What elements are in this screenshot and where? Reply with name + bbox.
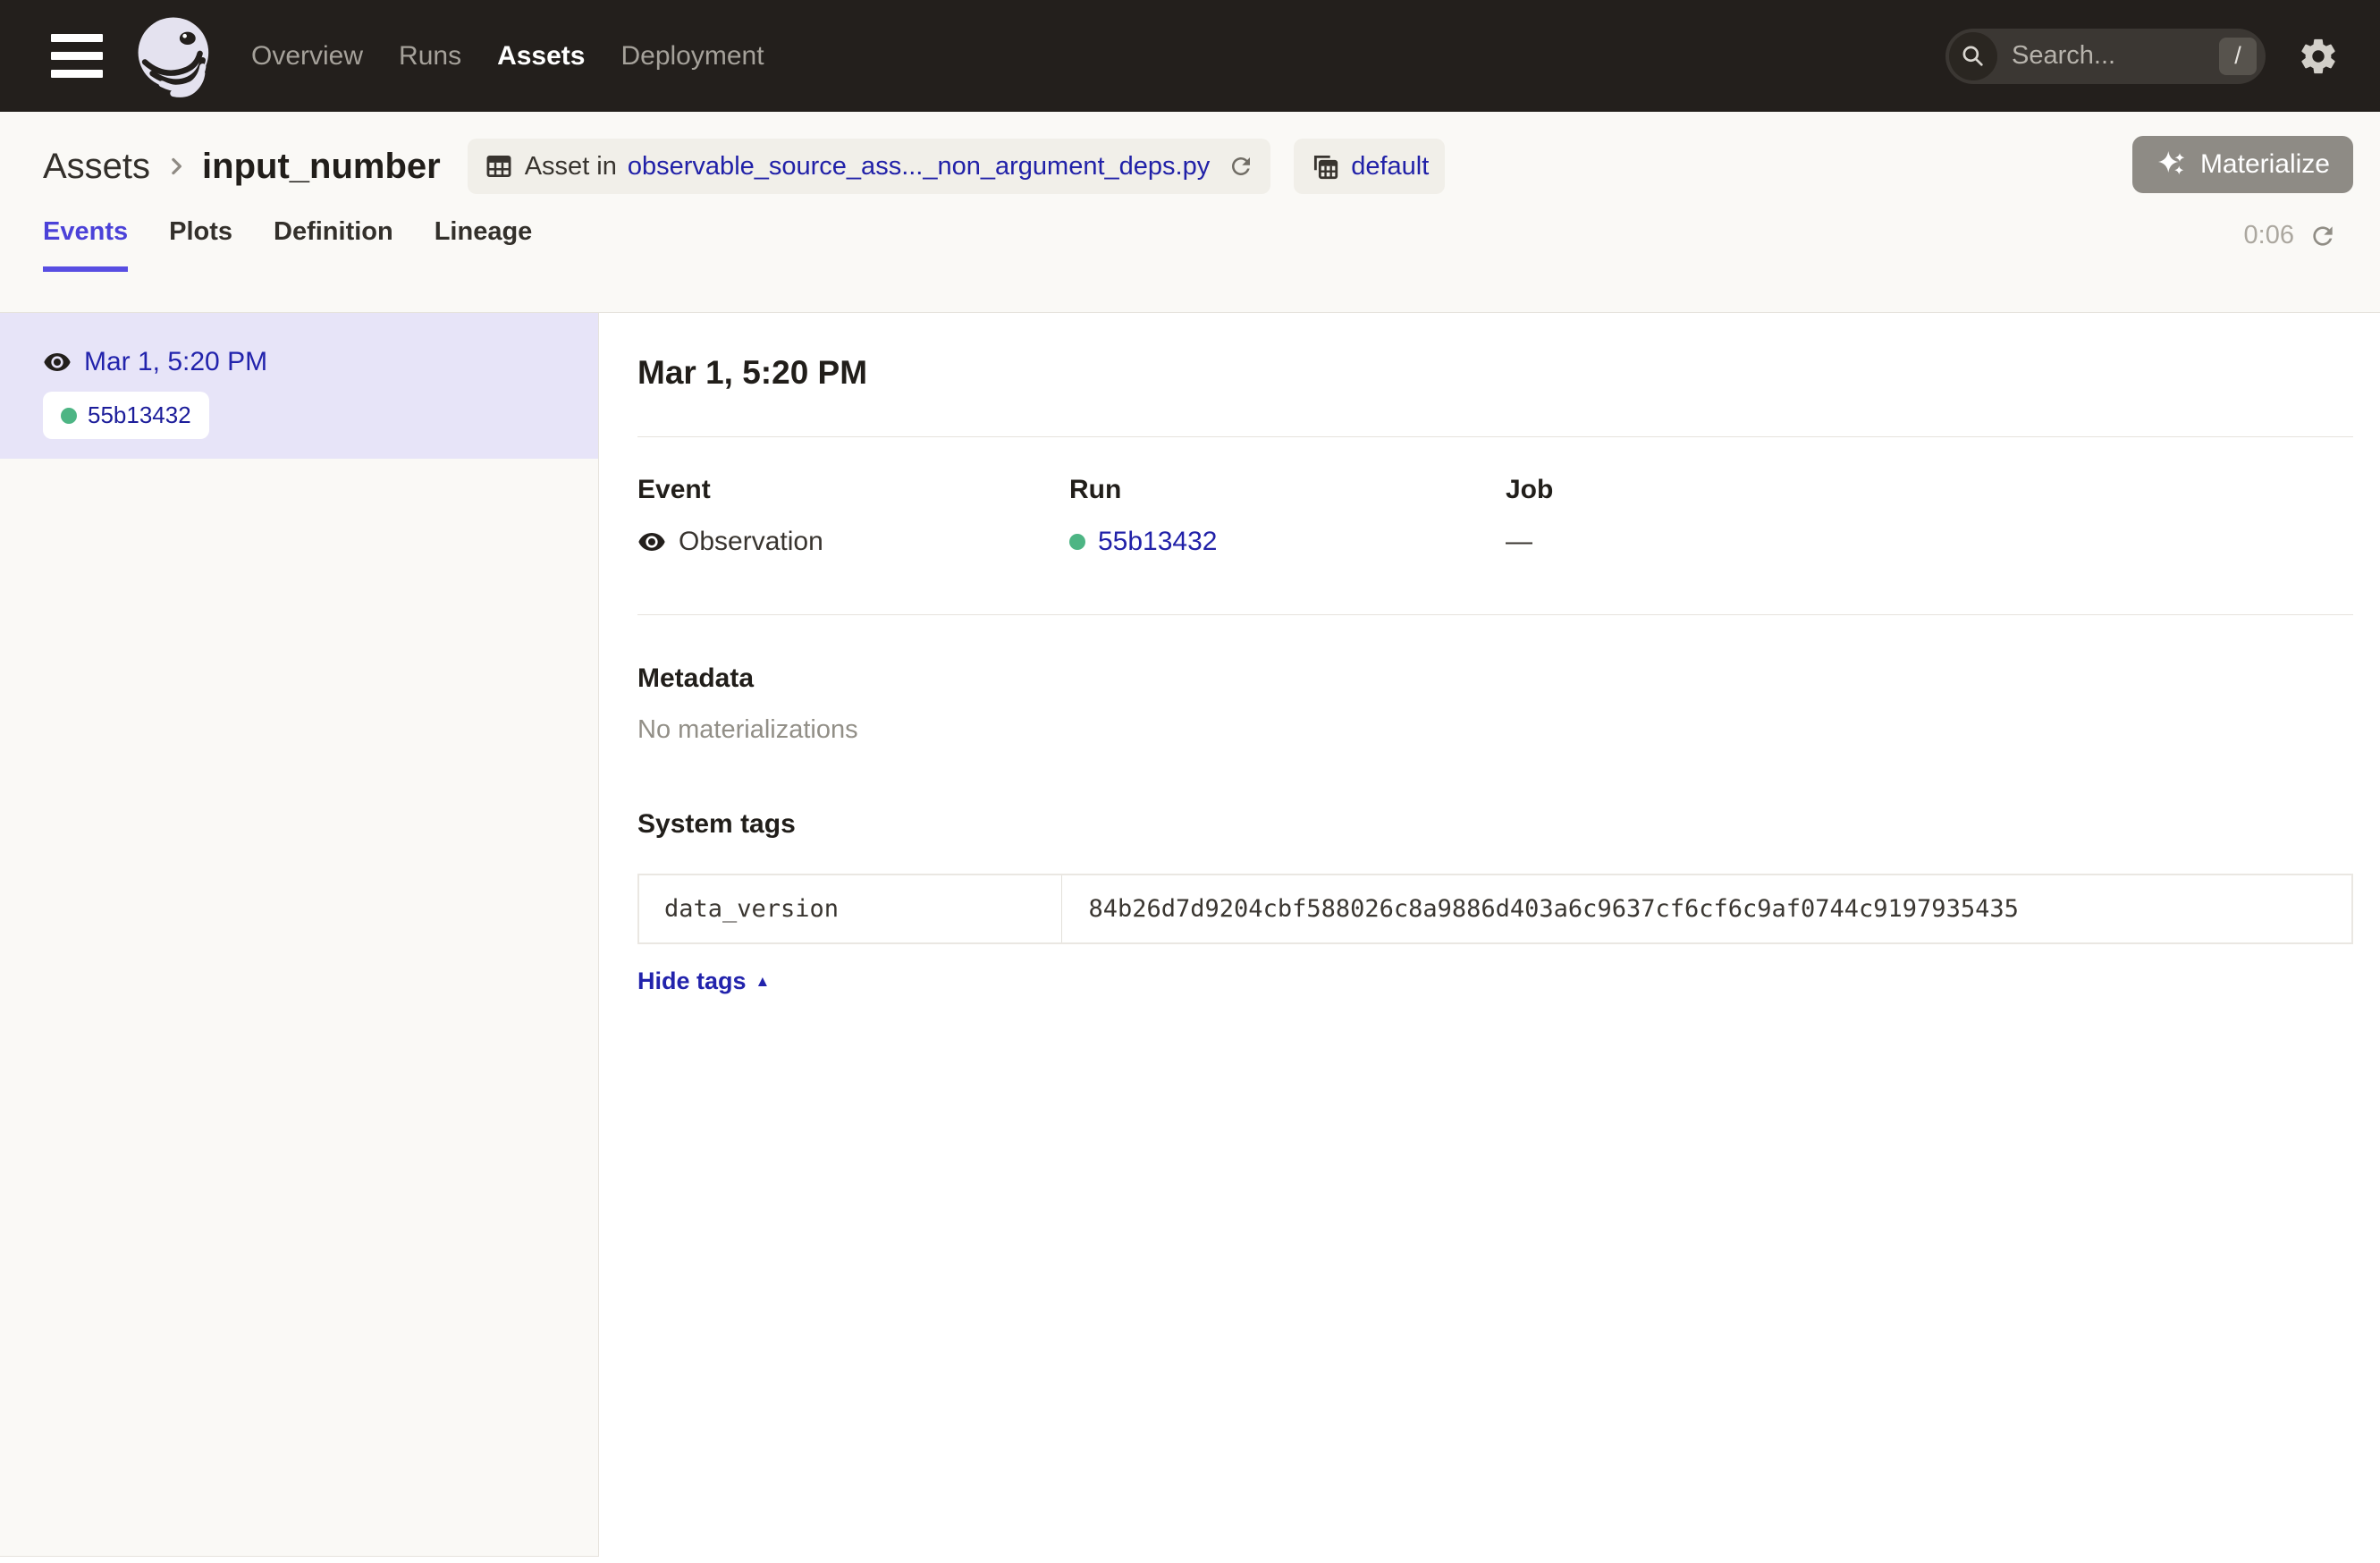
materialize-button-label: Materialize xyxy=(2200,149,2330,180)
chevron-right-icon xyxy=(163,153,190,180)
page-header: Assets input_number Asset in observable_… xyxy=(0,112,2380,313)
job-column: Job — xyxy=(1506,475,2353,557)
metadata-heading: Metadata xyxy=(637,663,2353,694)
metadata-empty-text: No materializations xyxy=(637,715,2353,745)
event-type-label: Observation xyxy=(679,527,823,557)
tab-definition[interactable]: Definition xyxy=(274,217,393,272)
job-empty-dash: — xyxy=(1506,527,1532,557)
tag-value-cell: 84b26d7d9204cbf588026c8a9886d403a6c9637c… xyxy=(1061,874,2352,943)
refresh-timer-group: 0:06 xyxy=(2244,221,2337,272)
divider xyxy=(637,614,2353,615)
event-column: Event Observation xyxy=(637,475,1069,557)
dagster-logo-icon[interactable] xyxy=(130,11,221,102)
event-type-value: Observation xyxy=(637,527,1069,557)
hide-tags-toggle[interactable]: Hide tags ▲ xyxy=(637,967,770,995)
event-item-header: Mar 1, 5:20 PM xyxy=(43,347,573,377)
top-navbar: Overview Runs Assets Deployment / xyxy=(0,0,2380,112)
tag-key-cell: data_version xyxy=(638,874,1061,943)
code-location-pill: default xyxy=(1294,139,1445,194)
event-list-item-selected[interactable]: Mar 1, 5:20 PM 55b13432 xyxy=(0,313,598,459)
refresh-icon[interactable] xyxy=(2308,222,2337,250)
observation-eye-icon xyxy=(637,528,666,556)
nav-item-overview[interactable]: Overview xyxy=(251,41,363,72)
asset-location-pill: Asset in observable_source_ass..._non_ar… xyxy=(468,139,1271,194)
page-title: input_number xyxy=(202,147,441,187)
page-body: Mar 1, 5:20 PM 55b13432 Mar 1, 5:20 PM E… xyxy=(0,313,2380,1563)
sparkle-icon xyxy=(2156,148,2188,181)
search-shortcut-key: / xyxy=(2219,38,2257,75)
repo-icon xyxy=(1310,151,1340,182)
asset-location-prefix: Asset in xyxy=(525,152,617,182)
system-tags-table: data_version 84b26d7d9204cbf588026c8a988… xyxy=(637,874,2353,944)
search-icon xyxy=(1949,32,1997,80)
app-window: Overview Runs Assets Deployment / xyxy=(0,0,2380,1563)
tab-plots[interactable]: Plots xyxy=(169,217,232,272)
settings-gear-icon[interactable] xyxy=(2298,36,2339,77)
reload-definitions-icon[interactable] xyxy=(1228,153,1254,180)
hamburger-menu-icon[interactable] xyxy=(51,34,103,78)
nav-item-assets[interactable]: Assets xyxy=(497,41,585,72)
primary-nav: Overview Runs Assets Deployment xyxy=(251,41,764,72)
run-column-label: Run xyxy=(1069,475,1506,505)
navbar-left: Overview Runs Assets Deployment xyxy=(51,11,764,102)
code-location-link[interactable]: default xyxy=(1351,152,1429,182)
run-id-link[interactable]: 55b13432 xyxy=(1098,527,1217,557)
refresh-countdown: 0:06 xyxy=(2244,221,2294,250)
run-id-chip[interactable]: 55b13432 xyxy=(43,392,209,439)
search-box[interactable]: / xyxy=(1945,29,2266,84)
run-status-dot xyxy=(61,408,77,424)
tabs-row: Events Plots Definition Lineage 0:06 xyxy=(0,217,2380,272)
run-value: 55b13432 xyxy=(1069,527,1506,557)
job-value: — xyxy=(1506,527,2353,557)
asset-definition-file-link[interactable]: observable_source_ass..._non_argument_de… xyxy=(628,152,1210,182)
event-detail-title: Mar 1, 5:20 PM xyxy=(637,354,2353,392)
event-list-sidebar: Mar 1, 5:20 PM 55b13432 xyxy=(0,313,599,1557)
nav-item-deployment[interactable]: Deployment xyxy=(620,41,764,72)
system-tags-heading: System tags xyxy=(637,809,2353,840)
nav-item-runs[interactable]: Runs xyxy=(399,41,461,72)
tab-lineage[interactable]: Lineage xyxy=(435,217,533,272)
breadcrumb-assets-link[interactable]: Assets xyxy=(43,147,150,187)
run-id-chip-label: 55b13432 xyxy=(88,401,191,429)
run-status-dot xyxy=(1069,534,1085,550)
breadcrumb: Assets input_number Asset in observable_… xyxy=(0,137,2380,196)
caret-up-icon: ▲ xyxy=(755,974,771,989)
event-timestamp-link[interactable]: Mar 1, 5:20 PM xyxy=(84,347,267,377)
hide-tags-label: Hide tags xyxy=(637,967,747,995)
navbar-right: / xyxy=(1945,29,2339,84)
job-column-label: Job xyxy=(1506,475,2353,505)
observation-eye-icon xyxy=(43,348,72,376)
event-summary-columns: Event Observation Run 55b1343 xyxy=(637,475,2353,557)
tab-events[interactable]: Events xyxy=(43,217,128,272)
table-asset-icon xyxy=(484,151,514,182)
event-detail-panel: Mar 1, 5:20 PM Event Observation xyxy=(599,313,2380,1563)
table-row: data_version 84b26d7d9204cbf588026c8a988… xyxy=(638,874,2352,943)
materialize-button[interactable]: Materialize xyxy=(2132,136,2353,193)
run-column: Run 55b13432 xyxy=(1069,475,1506,557)
divider xyxy=(637,436,2353,437)
search-input[interactable] xyxy=(2010,40,2219,72)
asset-tabs: Events Plots Definition Lineage xyxy=(43,217,532,272)
event-column-label: Event xyxy=(637,475,1069,505)
